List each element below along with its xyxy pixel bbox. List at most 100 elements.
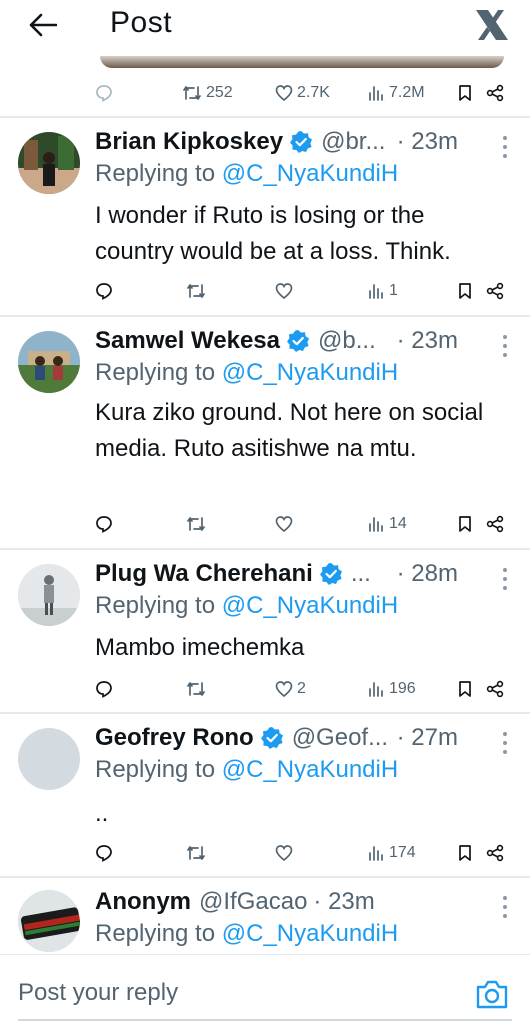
avatar[interactable] xyxy=(18,890,80,952)
user-handle[interactable]: @IfGacao xyxy=(199,888,307,916)
display-name[interactable]: Brian Kipkoskey xyxy=(95,128,283,156)
user-handle[interactable]: ... xyxy=(351,560,371,588)
user-handle[interactable]: @b... xyxy=(318,327,376,355)
display-name[interactable]: Plug Wa Cherehani xyxy=(95,560,313,588)
more-options-icon[interactable] xyxy=(502,568,508,590)
like-button[interactable]: 2.7K xyxy=(275,78,330,108)
user-handle[interactable]: @br... xyxy=(321,128,385,156)
reply-button[interactable] xyxy=(95,276,113,306)
views-button[interactable]: 7.2M xyxy=(367,78,425,108)
repost-button[interactable]: 252 xyxy=(182,78,233,108)
camera-button[interactable] xyxy=(474,979,510,1011)
mention-link[interactable]: @C_NyaKundiH xyxy=(222,359,398,386)
repost-icon xyxy=(187,517,205,531)
share-button[interactable] xyxy=(486,276,504,306)
timestamp[interactable]: · 28m xyxy=(397,560,458,588)
replying-to-line: Replying to @C_NyaKundiH xyxy=(95,160,398,188)
avatar[interactable] xyxy=(18,331,80,393)
x-logo-icon[interactable] xyxy=(474,8,510,42)
bookmark-button[interactable] xyxy=(457,838,473,868)
bookmark-button[interactable] xyxy=(457,78,473,108)
more-options-icon[interactable] xyxy=(502,896,508,918)
repost-button[interactable] xyxy=(186,509,206,539)
share-button[interactable] xyxy=(486,674,504,704)
reply-post[interactable]: Geofrey Rono @Geof... · 27m Replying to … xyxy=(0,714,530,876)
reply-header: Plug Wa Cherehani ... · 28m xyxy=(95,556,510,592)
user-handle[interactable]: @Geof... xyxy=(292,724,388,752)
replying-to-label: Replying to xyxy=(95,920,222,947)
share-icon xyxy=(486,680,504,698)
verified-badge-icon xyxy=(287,330,310,352)
replying-to-line: Replying to @C_NyaKundiH xyxy=(95,359,398,387)
like-button[interactable] xyxy=(275,838,293,868)
timestamp[interactable]: · 27m xyxy=(397,724,458,752)
reply-action-bar: 2 196 xyxy=(0,674,530,704)
timestamp[interactable]: · 23m xyxy=(397,128,458,156)
reply-action-bar: 174 xyxy=(0,838,530,868)
share-button[interactable] xyxy=(486,78,504,108)
heart-icon xyxy=(275,516,293,533)
repost-count: 252 xyxy=(206,84,233,101)
page-title: Post xyxy=(110,6,173,39)
like-button[interactable] xyxy=(275,276,293,306)
verified-badge-icon xyxy=(319,563,342,585)
mention-link[interactable]: @C_NyaKundiH xyxy=(222,756,398,783)
reply-text: Mambo imechemka xyxy=(95,634,305,661)
display-name[interactable]: Geofrey Rono xyxy=(95,724,254,752)
like-button[interactable] xyxy=(275,509,293,539)
reply-header: Anonym @IfGacao · 23m xyxy=(95,884,510,920)
reply-text: .. xyxy=(95,800,109,827)
avatar[interactable] xyxy=(18,728,80,790)
replying-to-line: Replying to @C_NyaKundiH xyxy=(95,592,398,620)
display-name[interactable]: Anonym xyxy=(95,888,191,916)
views-button[interactable]: 1 xyxy=(367,276,398,306)
repost-button[interactable] xyxy=(186,674,206,704)
mention-link[interactable]: @C_NyaKundiH xyxy=(222,160,398,187)
heart-icon xyxy=(275,85,293,102)
reply-button[interactable] xyxy=(95,509,113,539)
reply-icon xyxy=(96,516,112,533)
share-button[interactable] xyxy=(486,509,504,539)
reply-input[interactable]: Post your reply xyxy=(18,979,178,1007)
share-icon xyxy=(486,844,504,862)
bookmark-button[interactable] xyxy=(457,276,473,306)
reply-post[interactable]: Samwel Wekesa @b... · 23m Replying to @C… xyxy=(0,317,530,549)
more-options-icon[interactable] xyxy=(502,335,508,357)
views-button[interactable]: 196 xyxy=(367,674,416,704)
display-name[interactable]: Samwel Wekesa xyxy=(95,327,280,355)
bookmark-button[interactable] xyxy=(457,509,473,539)
mention-link[interactable]: @C_NyaKundiH xyxy=(222,592,398,619)
view-count: 196 xyxy=(389,680,416,697)
mention-link[interactable]: @C_NyaKundiH xyxy=(222,920,398,947)
reply-button[interactable] xyxy=(95,838,113,868)
like-button[interactable]: 2 xyxy=(275,674,306,704)
reply-header: Brian Kipkoskey @br... · 23m xyxy=(95,124,510,160)
reply-header: Geofrey Rono @Geof... · 27m xyxy=(95,720,510,756)
reply-post[interactable]: Plug Wa Cherehani ... · 28m Replying to … xyxy=(0,550,530,712)
reply-button[interactable] xyxy=(95,674,113,704)
top-post-action-bar: 252 2.7K 7.2M xyxy=(0,78,530,108)
more-options-icon[interactable] xyxy=(502,136,508,158)
avatar[interactable] xyxy=(18,132,80,194)
bookmark-icon xyxy=(459,845,471,861)
share-button[interactable] xyxy=(486,838,504,868)
more-options-icon[interactable] xyxy=(502,732,508,754)
views-button[interactable]: 14 xyxy=(367,509,407,539)
bookmark-button[interactable] xyxy=(457,674,473,704)
reply-post[interactable]: Anonym @IfGacao · 23m Replying to @C_Nya… xyxy=(0,878,530,954)
timestamp[interactable]: · 23m xyxy=(313,888,374,916)
reply-button[interactable] xyxy=(95,78,113,108)
repost-button[interactable] xyxy=(186,838,206,868)
timestamp[interactable]: · 23m xyxy=(397,327,458,355)
reply-post[interactable]: Brian Kipkoskey @br... · 23m Replying to… xyxy=(0,118,530,316)
repost-button[interactable] xyxy=(186,276,206,306)
avatar[interactable] xyxy=(18,564,80,626)
replying-to-label: Replying to xyxy=(95,359,222,386)
back-button[interactable] xyxy=(26,10,60,40)
replying-to-label: Replying to xyxy=(95,160,222,187)
repost-icon xyxy=(187,284,205,298)
views-button[interactable]: 174 xyxy=(367,838,416,868)
arrow-left-icon xyxy=(29,13,57,37)
previous-post-media[interactable] xyxy=(100,56,504,68)
views-icon xyxy=(369,284,383,299)
